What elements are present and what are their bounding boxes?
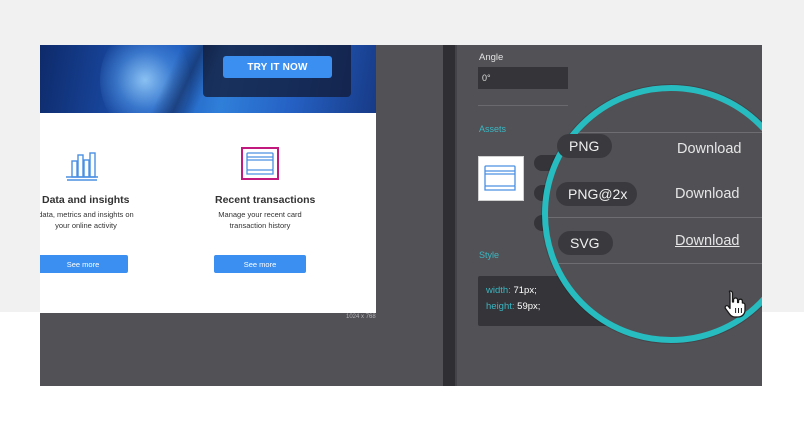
card-desc-line: your online activity <box>40 220 136 231</box>
download-link-svg[interactable]: Download <box>675 233 740 249</box>
download-link-png2x[interactable]: Download <box>675 186 740 202</box>
magnifier-divider <box>548 263 762 264</box>
style-height-line: height: 59px; <box>486 301 540 312</box>
panel-divider[interactable] <box>443 45 455 386</box>
card-desc-data-insights: data, metrics and insights on your onlin… <box>40 209 136 231</box>
section-divider <box>478 105 568 106</box>
see-more-button-data-insights[interactable]: See more <box>40 255 128 273</box>
style-width-key: width: <box>486 285 511 296</box>
format-pill-png2x[interactable]: PNG@2x <box>556 182 637 206</box>
card-desc-line: data, metrics and insights on <box>40 209 136 220</box>
style-height-key: height: <box>486 301 515 312</box>
card-desc-recent-transactions: Manage your recent card transaction hist… <box>210 209 310 231</box>
artboard-dimensions: 1024 x 768 <box>346 314 376 320</box>
format-pill-svg[interactable]: SVG <box>558 231 613 255</box>
format-pill-png[interactable]: PNG <box>557 134 612 158</box>
angle-input[interactable] <box>478 67 568 89</box>
magnifier-divider <box>548 132 762 133</box>
card-title-recent-transactions: Recent transactions <box>215 194 315 206</box>
card-desc-line: transaction history <box>210 220 310 231</box>
card-title-data-insights: Data and insights <box>42 194 130 206</box>
try-it-now-button[interactable]: TRY IT NOW <box>223 56 332 78</box>
asset-thumbnail[interactable] <box>478 156 524 201</box>
artboard[interactable]: TRY IT NOW Data and insights data, metri… <box>40 45 376 313</box>
card-desc-line: Manage your recent card <box>210 209 310 220</box>
design-app-window: TRY IT NOW Data and insights data, metri… <box>40 45 762 386</box>
assets-section-label: Assets <box>479 124 506 134</box>
asset-preview-icon <box>479 157 523 200</box>
style-width-value: 71px; <box>513 285 536 296</box>
style-height-value: 59px; <box>517 301 540 312</box>
bar-chart-icon <box>65 151 99 181</box>
style-width-line: width: 71px; <box>486 285 537 296</box>
cards-icon <box>245 151 276 177</box>
magnifier-divider <box>548 217 762 218</box>
style-section-label: Style <box>479 250 499 260</box>
panel-border <box>455 45 457 386</box>
hand-pointer-icon <box>723 289 747 319</box>
download-link-png[interactable]: Download <box>677 141 742 157</box>
see-more-button-recent-transactions[interactable]: See more <box>214 255 306 273</box>
angle-label: Angle <box>479 52 503 63</box>
hero-image: TRY IT NOW <box>40 45 376 113</box>
